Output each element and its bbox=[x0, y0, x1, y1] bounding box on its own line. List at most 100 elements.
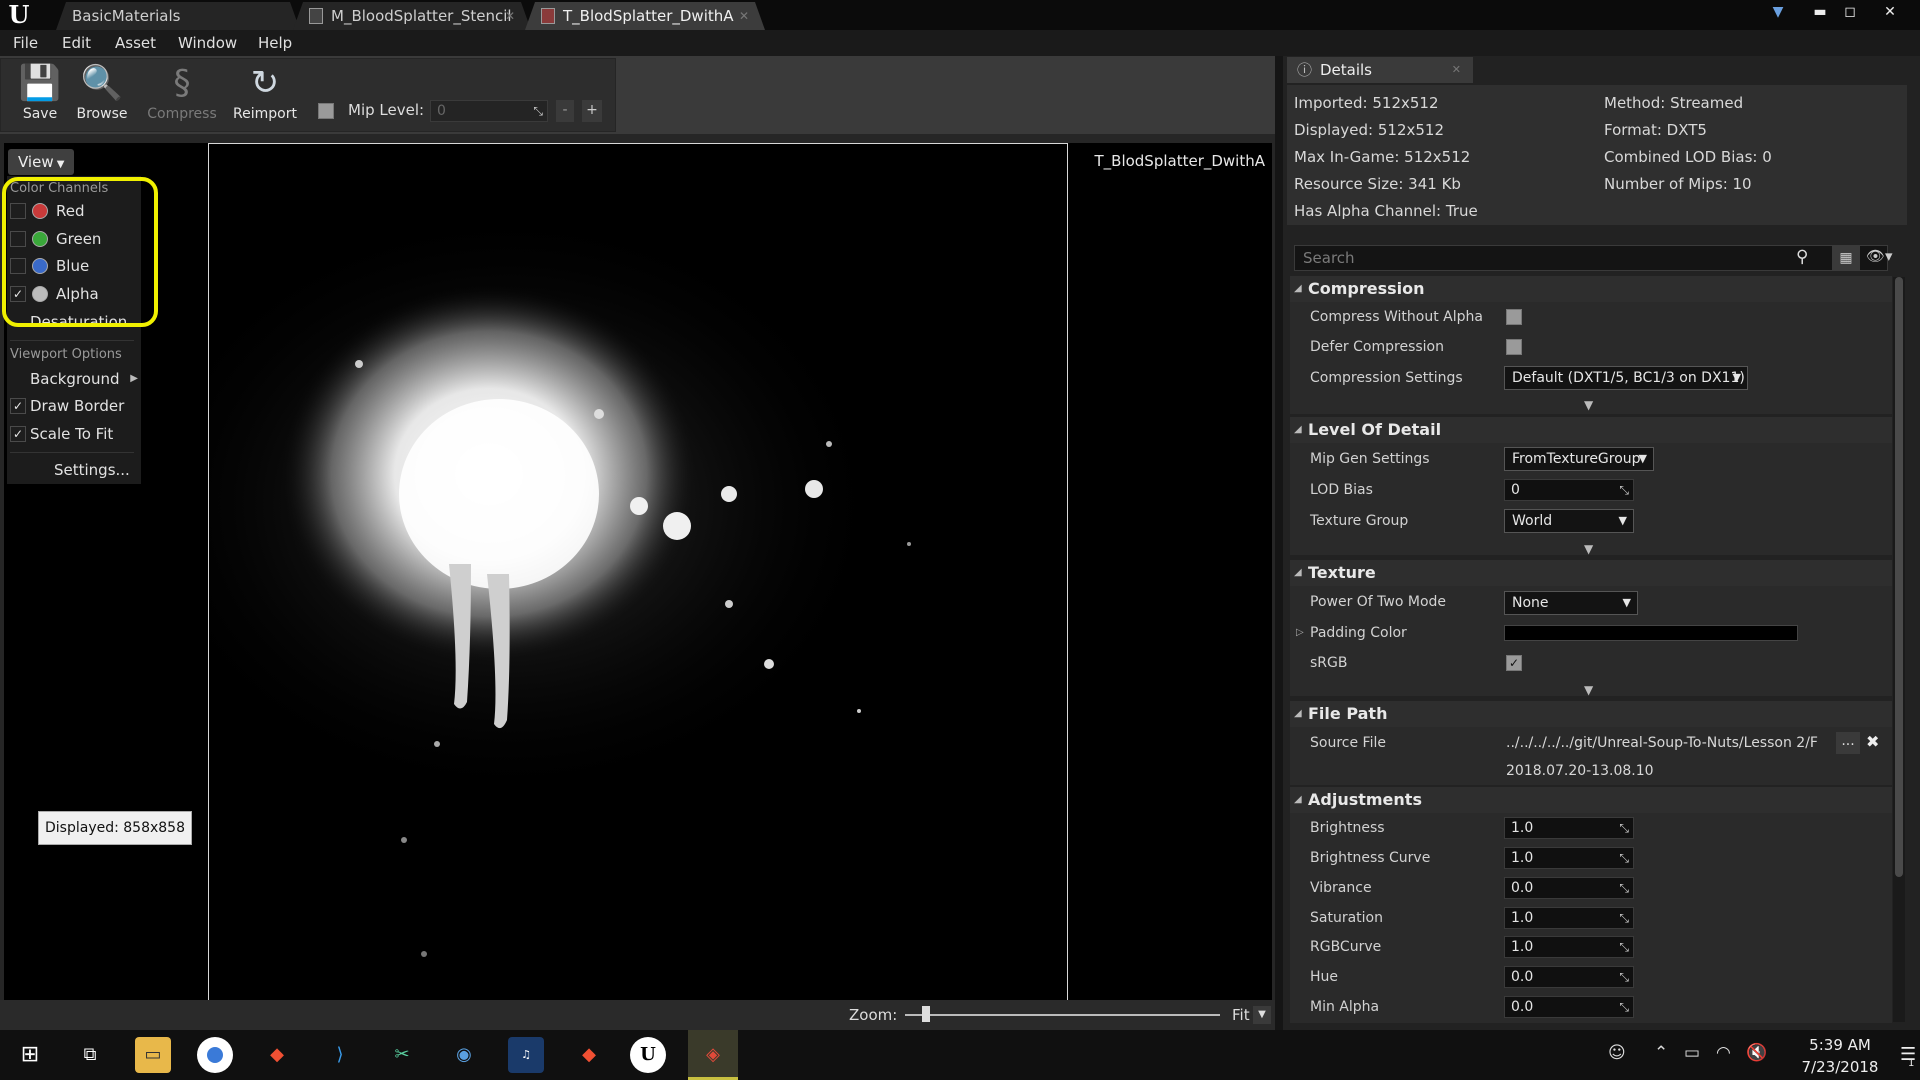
advanced-expand-icon[interactable]: ▼ bbox=[1584, 683, 1593, 697]
power-of-two-dropdown[interactable]: None ▼ bbox=[1504, 591, 1638, 615]
visibility-eye-icon[interactable]: 👁▾ bbox=[1866, 247, 1893, 265]
menu-help[interactable]: Help bbox=[258, 30, 292, 56]
browse-source-button[interactable]: ... bbox=[1836, 732, 1860, 754]
lod-bias-input[interactable]: 0 ⤡ bbox=[1504, 479, 1634, 501]
wifi-icon[interactable]: ◠ bbox=[1716, 1043, 1731, 1063]
compression-settings-label: Compression Settings bbox=[1310, 370, 1463, 386]
brightness-input[interactable]: 1.0 ⤡ bbox=[1504, 817, 1634, 839]
property-matrix-icon[interactable]: ▦ bbox=[1832, 245, 1860, 271]
vibrance-input[interactable]: 0.0 ⤡ bbox=[1504, 877, 1634, 899]
source-file-timestamp: 2018.07.20-13.08.10 bbox=[1506, 763, 1654, 779]
spin-icon: ⤡ bbox=[1619, 483, 1629, 497]
zoom-slider[interactable] bbox=[905, 1014, 1220, 1016]
tool-icon[interactable]: ✂ bbox=[384, 1037, 420, 1073]
settings-option[interactable]: Settings... bbox=[10, 458, 130, 482]
search-icon: ⚲ bbox=[1796, 247, 1809, 267]
menu-edit[interactable]: Edit bbox=[62, 30, 91, 56]
details-tab[interactable]: ⓘ Details ✕ bbox=[1287, 57, 1473, 83]
people-icon[interactable]: ☺ bbox=[1608, 1043, 1626, 1063]
zoom-dropdown-icon[interactable]: ▼ bbox=[1253, 1006, 1271, 1024]
git-icon[interactable]: ◆ bbox=[259, 1037, 295, 1073]
mip-gen-settings-dropdown[interactable]: FromTextureGroup ▼ bbox=[1504, 447, 1654, 471]
task-view-icon[interactable]: ⧉ bbox=[72, 1037, 108, 1073]
section-adjustments[interactable]: ◢ Adjustments bbox=[1290, 787, 1892, 813]
remote-icon[interactable]: ◉ bbox=[446, 1037, 482, 1073]
hue-input[interactable]: 0.0 ⤡ bbox=[1504, 966, 1634, 988]
compress-button[interactable]: § Compress bbox=[142, 60, 222, 130]
defer-compression-checkbox[interactable] bbox=[1506, 339, 1522, 355]
file-explorer-icon[interactable]: ▭ bbox=[135, 1037, 171, 1073]
tab-close-icon[interactable]: ✕ bbox=[739, 2, 749, 30]
section-level-of-detail[interactable]: ◢ Level Of Detail bbox=[1290, 417, 1892, 443]
maximize-button[interactable]: ◻ bbox=[1838, 2, 1862, 22]
mip-plus-button[interactable]: + bbox=[582, 100, 602, 122]
section-compression[interactable]: ◢ Compression bbox=[1290, 276, 1892, 302]
clock-time[interactable]: 5:39 AM bbox=[1800, 1036, 1880, 1054]
details-scrollbar[interactable] bbox=[1893, 277, 1905, 1022]
scale-to-fit-option[interactable]: ✓ Scale To Fit bbox=[10, 422, 130, 446]
learn-icon[interactable]: ▼ bbox=[1766, 2, 1790, 22]
start-icon[interactable]: ⊞ bbox=[12, 1037, 48, 1073]
collapse-arrow-icon: ◢ bbox=[1294, 567, 1302, 578]
defer-compression-label: Defer Compression bbox=[1310, 339, 1444, 355]
mip-level-input[interactable]: 0 ⤡ bbox=[430, 100, 548, 122]
vscode-icon[interactable]: ⟩ bbox=[322, 1037, 358, 1073]
background-submenu[interactable]: Background ▶ bbox=[10, 367, 140, 391]
saturation-input[interactable]: 1.0 ⤡ bbox=[1504, 907, 1634, 929]
clear-source-icon[interactable]: ✖ bbox=[1866, 732, 1879, 751]
sourcetree-icon[interactable]: ◈ bbox=[695, 1037, 731, 1073]
spin-icon: ⤡ bbox=[1619, 851, 1629, 865]
menu-asset[interactable]: Asset bbox=[115, 30, 156, 56]
battery-icon[interactable]: ▭ bbox=[1684, 1043, 1700, 1063]
view-menu-button[interactable]: View ▼ bbox=[8, 149, 74, 175]
menu-divider bbox=[10, 452, 134, 453]
section-file-path[interactable]: ◢ File Path bbox=[1290, 701, 1892, 727]
minimize-button[interactable]: ▬ bbox=[1808, 2, 1832, 22]
chevron-down-icon: ▼ bbox=[1638, 452, 1647, 465]
git-gui-icon[interactable]: ◆ bbox=[571, 1037, 607, 1073]
draw-border-option[interactable]: ✓ Draw Border bbox=[10, 394, 130, 418]
spin-icon: ⤡ bbox=[1619, 881, 1629, 895]
close-button[interactable]: ✕ bbox=[1878, 2, 1902, 22]
viewport-options-header: Viewport Options bbox=[10, 347, 122, 362]
zoom-slider-handle[interactable] bbox=[922, 1006, 930, 1022]
volume-muted-icon[interactable]: 🔇 bbox=[1746, 1043, 1767, 1063]
min-alpha-input[interactable]: 0.0 ⤡ bbox=[1504, 996, 1634, 1018]
section-texture[interactable]: ◢ Texture bbox=[1290, 560, 1892, 586]
unreal-icon[interactable]: U bbox=[630, 1037, 666, 1073]
info-max-in-game: Max In-Game: 512x512 bbox=[1294, 148, 1471, 166]
compress-without-alpha-checkbox[interactable] bbox=[1506, 309, 1522, 325]
collapse-arrow-icon: ◢ bbox=[1294, 283, 1302, 294]
clock-date[interactable]: 7/23/2018 bbox=[1800, 1058, 1880, 1076]
menu-window[interactable]: Window bbox=[178, 30, 237, 56]
chrome-icon[interactable] bbox=[197, 1037, 233, 1073]
brightness-curve-input[interactable]: 1.0 ⤡ bbox=[1504, 847, 1634, 869]
mip-minus-button[interactable]: - bbox=[556, 100, 574, 122]
browse-button[interactable]: 🔍 Browse bbox=[62, 60, 142, 130]
compression-settings-dropdown[interactable]: Default (DXT1/5, BC1/3 on DX11) ▼ bbox=[1504, 366, 1748, 390]
scale-to-fit-checkbox[interactable]: ✓ bbox=[10, 426, 26, 442]
rgb-curve-input[interactable]: 1.0 ⤡ bbox=[1504, 936, 1634, 958]
expand-arrow-icon[interactable]: ▷ bbox=[1296, 627, 1304, 638]
source-file-path: ../../../../../git/Unreal-Soup-To-Nuts/L… bbox=[1506, 735, 1818, 751]
texture-group-dropdown[interactable]: World ▼ bbox=[1504, 509, 1634, 533]
unreal-logo-icon[interactable]: U bbox=[6, 2, 32, 28]
collapse-arrow-icon: ◢ bbox=[1294, 424, 1302, 435]
tab-texture[interactable]: T_BlodSplatter_DwithA ✕ bbox=[525, 2, 765, 30]
tab-material-stencil[interactable]: M_BloodSplatter_Stencil ✕ bbox=[293, 2, 531, 30]
srgb-checkbox[interactable]: ✓ bbox=[1506, 655, 1522, 671]
menu-file[interactable]: File bbox=[13, 30, 38, 56]
scrollbar-thumb[interactable] bbox=[1895, 277, 1903, 877]
advanced-expand-icon[interactable]: ▼ bbox=[1584, 398, 1593, 412]
mip-level-checkbox[interactable] bbox=[318, 103, 334, 119]
tab-close-icon[interactable]: ✕ bbox=[1452, 57, 1461, 83]
vibrance-label: Vibrance bbox=[1310, 880, 1372, 896]
tab-basic-materials[interactable]: BasicMaterials bbox=[56, 2, 300, 30]
advanced-expand-icon[interactable]: ▼ bbox=[1584, 542, 1593, 556]
reimport-button[interactable]: ↻ Reimport bbox=[225, 60, 305, 130]
tab-close-icon[interactable]: ✕ bbox=[505, 2, 515, 30]
amazon-music-icon[interactable]: ♫ bbox=[508, 1037, 544, 1073]
padding-color-swatch[interactable] bbox=[1504, 625, 1798, 641]
draw-border-checkbox[interactable]: ✓ bbox=[10, 398, 26, 414]
tray-expand-icon[interactable]: ⌃ bbox=[1654, 1043, 1668, 1063]
